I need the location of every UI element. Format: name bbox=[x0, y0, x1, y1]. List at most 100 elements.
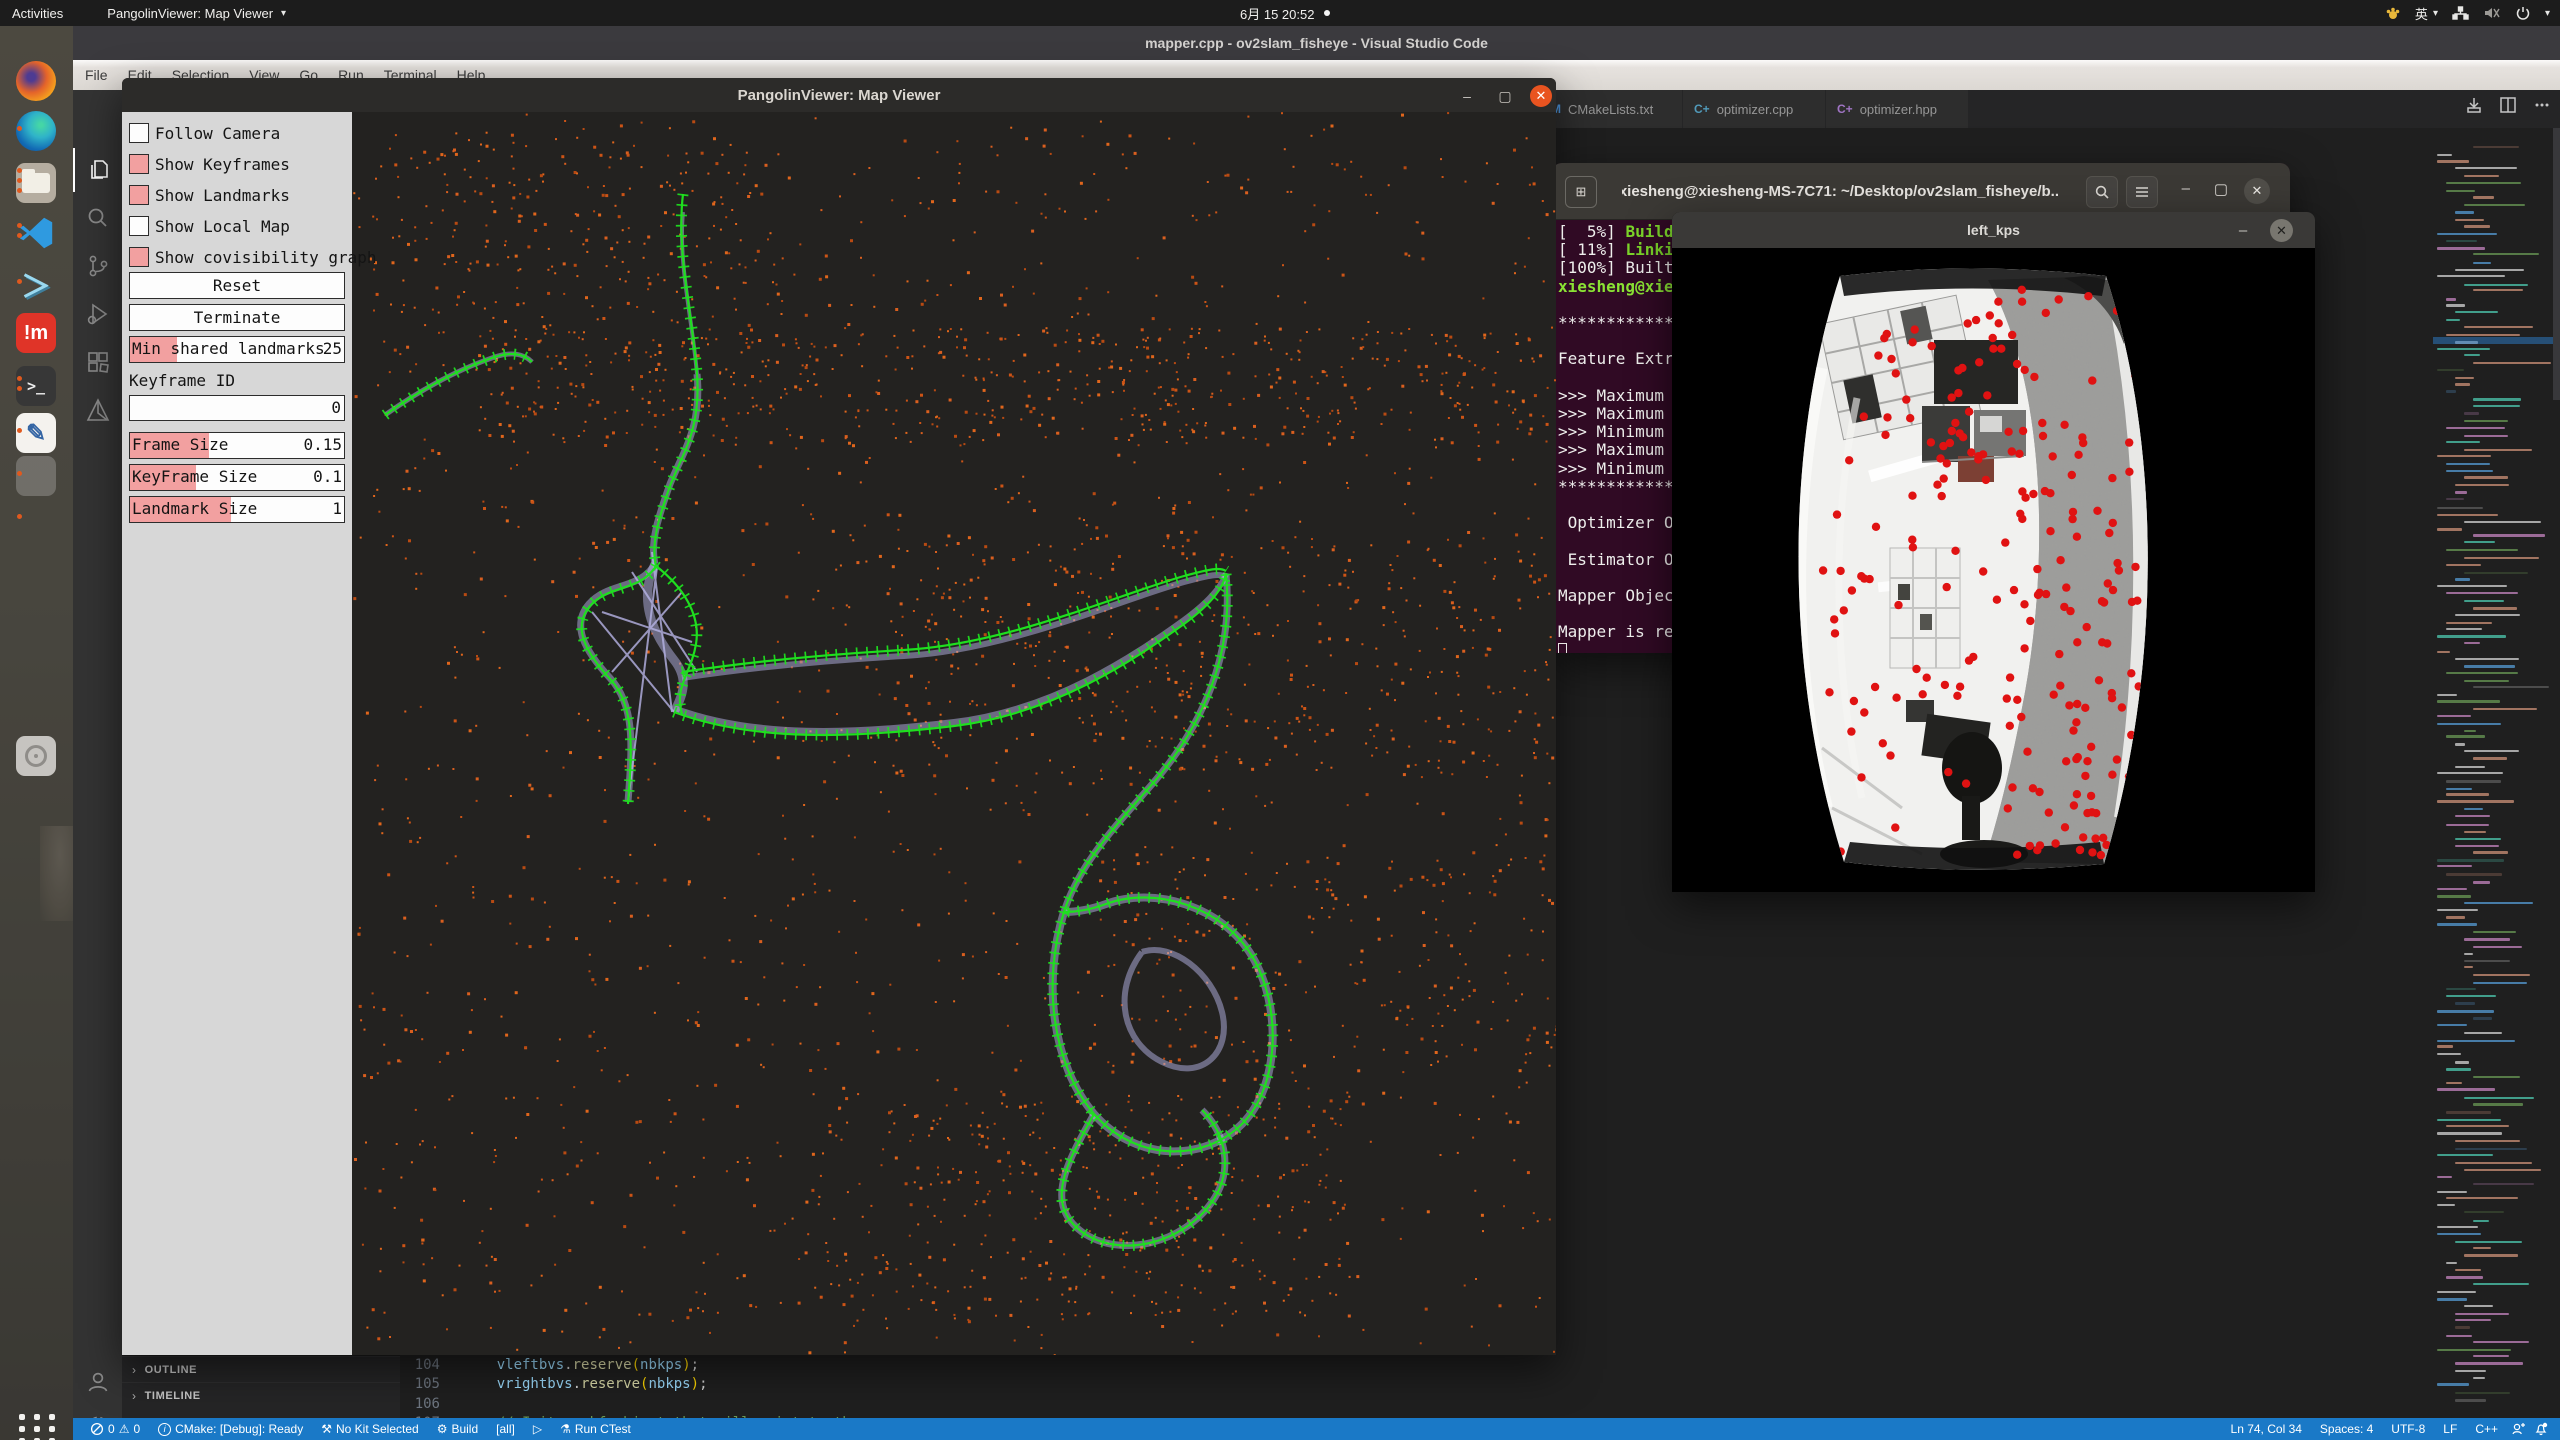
checkbox-box[interactable] bbox=[129, 154, 149, 174]
editor-scrollbar[interactable] bbox=[2553, 128, 2560, 400]
dock-item-files[interactable] bbox=[14, 161, 58, 205]
minimap-line bbox=[2437, 859, 2504, 861]
kit-status[interactable]: ⚒ No Kit Selected bbox=[316, 1422, 423, 1436]
dock-item-im-app[interactable]: !m bbox=[14, 311, 58, 355]
pangolin-title: PangolinViewer: Map Viewer bbox=[738, 87, 941, 104]
close-button[interactable]: ✕ bbox=[1530, 85, 1552, 107]
explorer-icon[interactable] bbox=[73, 148, 122, 192]
minimap-line bbox=[2464, 680, 2509, 682]
extensions-icon[interactable] bbox=[73, 340, 122, 384]
dock-item-text-editor[interactable]: ✎ bbox=[14, 411, 58, 455]
slider-min-shared-landmarks[interactable]: Min shared landmarks 25 bbox=[129, 336, 345, 363]
cmake-icon[interactable] bbox=[73, 388, 122, 432]
more-actions-icon[interactable] bbox=[2533, 96, 2551, 114]
keyframe-id-input[interactable]: 0 bbox=[129, 395, 345, 421]
search-icon[interactable] bbox=[73, 196, 122, 240]
minimize-button[interactable]: – bbox=[2182, 180, 2190, 197]
minimap-line bbox=[2446, 304, 2465, 306]
timeline-section[interactable]: › TIMELINE bbox=[122, 1382, 400, 1408]
slider-landmark-size[interactable]: Landmark Size 1 bbox=[129, 496, 345, 523]
dock-item-hidden-window[interactable] bbox=[14, 497, 58, 541]
dock-item-terminal[interactable]: >_ bbox=[14, 364, 58, 408]
feedback-icon[interactable] bbox=[2511, 1422, 2526, 1436]
tab-cmakelists[interactable]: M CMakeLists.txt bbox=[1540, 90, 1683, 128]
tab-optimizer-hpp[interactable]: C+ optimizer.hpp bbox=[1826, 90, 1969, 128]
new-tab-icon[interactable]: ⊞ bbox=[1565, 176, 1597, 208]
checkbox-show-keyframes[interactable]: Show Keyframes bbox=[129, 153, 290, 175]
pangolin-titlebar[interactable]: PangolinViewer: Map Viewer bbox=[122, 78, 1556, 112]
dock-item-disc-burner[interactable] bbox=[14, 734, 58, 778]
close-button[interactable]: ✕ bbox=[2244, 178, 2270, 204]
slider-frame-size[interactable]: Frame Size 0.15 bbox=[129, 432, 345, 459]
show-applications-button[interactable] bbox=[18, 1410, 56, 1440]
checkbox-show-covisibility-graph[interactable]: Show covisibility graph bbox=[129, 246, 377, 268]
account-icon[interactable] bbox=[73, 1360, 122, 1404]
minimap-line bbox=[2464, 665, 2515, 667]
minimap-line bbox=[2437, 700, 2500, 702]
build-button[interactable]: ⚙ Build bbox=[432, 1422, 483, 1436]
checkbox-box[interactable] bbox=[129, 247, 149, 267]
minimap-line bbox=[2437, 1154, 2493, 1156]
menu-file[interactable]: File bbox=[85, 67, 108, 83]
dock-item-edge[interactable] bbox=[14, 109, 58, 153]
network-icon[interactable] bbox=[2452, 5, 2469, 21]
power-icon[interactable] bbox=[2515, 5, 2531, 21]
search-icon[interactable] bbox=[2086, 176, 2118, 208]
launch-button[interactable]: ▷ bbox=[528, 1422, 547, 1436]
dock-item-window-preview[interactable] bbox=[14, 454, 58, 498]
gear-icon: ⚙ bbox=[437, 1422, 448, 1436]
clock-button[interactable]: 6月 15 20:52 bbox=[1240, 0, 1330, 26]
terminate-button[interactable]: Terminate bbox=[129, 304, 345, 331]
system-menu-chevron-icon[interactable]: ▾ bbox=[2545, 8, 2550, 19]
run-debug-icon[interactable] bbox=[73, 292, 122, 336]
notifications-bell-icon[interactable] bbox=[2534, 1422, 2548, 1436]
tab-optimizer-cpp[interactable]: C+ optimizer.cpp bbox=[1683, 90, 1826, 128]
minimap-line bbox=[2446, 1262, 2457, 1264]
vscode-titlebar[interactable]: mapper.cpp - ov2slam_fisheye - Visual St… bbox=[73, 26, 2560, 60]
minimize-button[interactable]: – bbox=[2233, 220, 2253, 240]
beaker-icon: ⚗ bbox=[560, 1422, 571, 1436]
dock-item-vscode[interactable] bbox=[14, 211, 58, 255]
eol[interactable]: LF bbox=[2438, 1422, 2462, 1436]
running-indicator bbox=[17, 514, 23, 519]
dock-item-firefox[interactable] bbox=[14, 59, 58, 103]
minimize-button[interactable]: – bbox=[1456, 85, 1478, 107]
minimap-line bbox=[2455, 845, 2499, 847]
maximize-button[interactable]: ▢ bbox=[1494, 85, 1516, 107]
slam-map-3d-view[interactable] bbox=[352, 112, 1556, 1355]
split-editor-icon[interactable] bbox=[2499, 96, 2517, 114]
reset-button[interactable]: Reset bbox=[129, 272, 345, 299]
encoding[interactable]: UTF-8 bbox=[2386, 1422, 2430, 1436]
indentation[interactable]: Spaces: 4 bbox=[2315, 1422, 2378, 1436]
checkbox-follow-camera[interactable]: Follow Camera bbox=[129, 122, 280, 144]
menu-hamburger-icon[interactable] bbox=[2126, 176, 2158, 208]
maximize-button[interactable]: ▢ bbox=[2214, 180, 2228, 198]
minimap-line bbox=[2446, 988, 2476, 990]
checkbox-box[interactable] bbox=[129, 185, 149, 205]
outline-section[interactable]: › OUTLINE bbox=[122, 1356, 400, 1382]
ctest-button[interactable]: ⚗ Run CTest bbox=[555, 1422, 636, 1436]
source-control-icon[interactable] bbox=[73, 244, 122, 288]
problems-status[interactable]: 0 ⚠ 0 bbox=[85, 1422, 145, 1436]
ime-paw-icon[interactable] bbox=[2385, 5, 2401, 21]
checkbox-box[interactable] bbox=[129, 216, 149, 236]
checkbox-show-landmarks[interactable]: Show Landmarks bbox=[129, 184, 290, 206]
close-button[interactable]: ✕ bbox=[2270, 219, 2293, 242]
run-task-icon[interactable] bbox=[2465, 96, 2483, 114]
left-kps-titlebar[interactable]: left_kps bbox=[1672, 212, 2315, 248]
dock-item-prompt-arrow[interactable]: ＞ bbox=[14, 262, 58, 306]
build-target[interactable]: [all] bbox=[491, 1422, 520, 1436]
checkbox-box[interactable] bbox=[129, 123, 149, 143]
language-mode[interactable]: C++ bbox=[2470, 1422, 2503, 1436]
input-language-menu[interactable]: 英 ▾ bbox=[2415, 4, 2438, 23]
cmake-status[interactable]: i CMake: [Debug]: Ready bbox=[153, 1422, 308, 1436]
checkbox-show-local-map[interactable]: Show Local Map bbox=[129, 215, 290, 237]
code-editor[interactable]: 104 vleftbvs.reserve(nbkps);105 vrightbv… bbox=[400, 1355, 2100, 1418]
slider-keyframe-size[interactable]: KeyFrame Size 0.1 bbox=[129, 464, 345, 491]
focused-app-menu[interactable]: PangolinViewer: Map Viewer ▾ bbox=[107, 6, 286, 21]
cursor-position[interactable]: Ln 74, Col 34 bbox=[2226, 1422, 2307, 1436]
minimap[interactable] bbox=[2433, 145, 2553, 1410]
minimap-line bbox=[2455, 311, 2498, 313]
audio-muted-icon[interactable] bbox=[2483, 5, 2501, 21]
activities-button[interactable]: Activities bbox=[12, 6, 63, 21]
